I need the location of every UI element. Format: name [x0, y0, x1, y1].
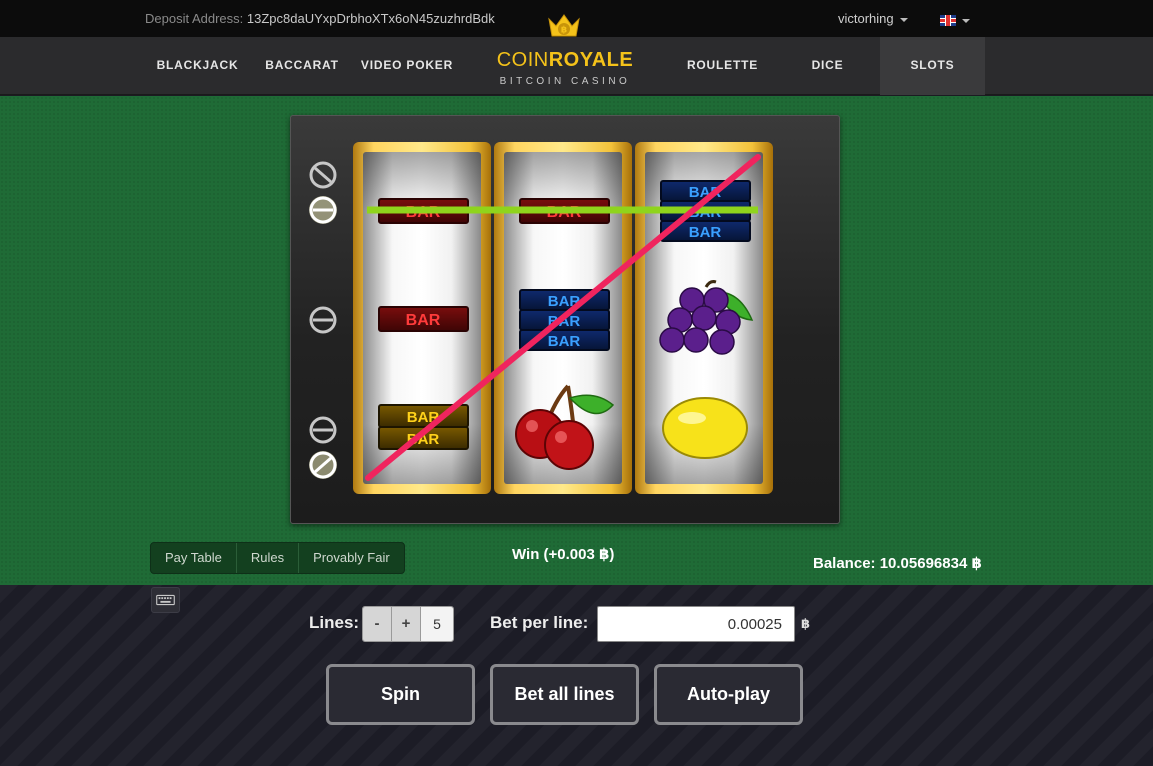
grapes-symbol: [659, 280, 754, 355]
bitcoin-currency-icon: ฿: [801, 616, 811, 631]
svg-text:BAR: BAR: [689, 224, 722, 241]
bet-per-line-input[interactable]: [597, 606, 795, 642]
svg-text:BAR: BAR: [406, 312, 441, 329]
info-tabs: Pay Table Rules Provably Fair: [150, 542, 405, 574]
cherry-symbol: [515, 384, 615, 470]
double-bar-symbol: BAR BAR: [378, 404, 469, 450]
tab-provably-fair[interactable]: Provably Fair: [299, 543, 404, 573]
bet-all-lines-button[interactable]: Bet all lines: [490, 664, 639, 725]
lines-increase-button[interactable]: +: [392, 607, 421, 641]
win-amount: Win (+0.003 ฿): [512, 546, 615, 563]
auto-play-button[interactable]: Auto-play: [654, 664, 803, 725]
spin-button[interactable]: Spin: [326, 664, 475, 725]
lines-stepper: - + 5: [362, 606, 454, 642]
lines-decrease-button[interactable]: -: [363, 607, 392, 641]
tab-rules[interactable]: Rules: [237, 543, 300, 573]
balance: Balance: 10.05696834 ฿: [813, 555, 982, 572]
lines-value: 5: [421, 607, 453, 641]
lines-label: Lines:: [309, 613, 360, 632]
tab-pay-table[interactable]: Pay Table: [151, 543, 237, 573]
red-bar-symbol: BAR: [378, 306, 469, 332]
lemon-symbol: [662, 397, 748, 459]
bet-per-line-label: Bet per line:: [490, 613, 589, 632]
keyboard-icon[interactable]: [151, 587, 180, 613]
svg-text:BAR: BAR: [548, 333, 581, 350]
